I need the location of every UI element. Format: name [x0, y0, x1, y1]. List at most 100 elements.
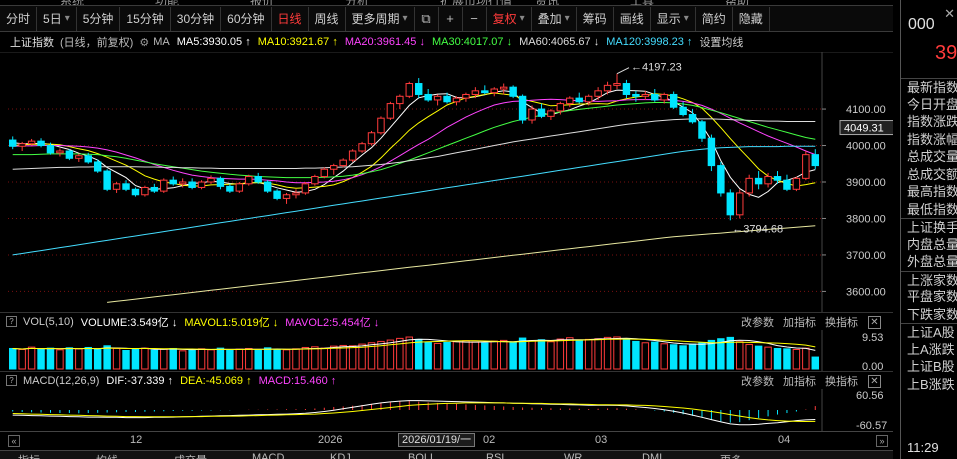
candle[interactable] — [802, 151, 810, 181]
candle[interactable] — [396, 94, 404, 110]
candle[interactable] — [698, 120, 706, 142]
bottom-tab[interactable]: 均线 — [96, 452, 118, 459]
candle[interactable] — [348, 149, 357, 162]
candle[interactable] — [603, 81, 612, 95]
volume-bar[interactable] — [736, 341, 744, 370]
volume-bar[interactable] — [528, 340, 536, 370]
volume-bar[interactable] — [226, 350, 234, 370]
macd-add-indicator-button[interactable]: 加指标 — [783, 373, 816, 389]
candle[interactable] — [141, 185, 149, 197]
bottom-tab[interactable]: 成交量 — [174, 452, 207, 459]
volume-bar[interactable] — [424, 341, 432, 370]
candle[interactable] — [424, 89, 432, 102]
volume-bar[interactable] — [490, 340, 498, 370]
volume-bar[interactable] — [462, 340, 470, 370]
candle[interactable] — [37, 138, 45, 148]
bottom-tab[interactable]: DMI — [642, 452, 662, 459]
bottom-tab[interactable]: 更多 — [720, 452, 742, 459]
volume-bar[interactable] — [679, 345, 687, 370]
candle[interactable] — [575, 92, 583, 104]
volume-bar[interactable] — [65, 347, 74, 370]
volume-bar[interactable] — [320, 347, 329, 370]
volume-bar[interactable] — [773, 347, 782, 370]
volume-bar[interactable] — [37, 348, 45, 370]
volume-bar[interactable] — [754, 345, 763, 370]
candle[interactable] — [490, 87, 498, 97]
candle[interactable] — [103, 169, 111, 192]
volume-bar[interactable] — [27, 346, 36, 370]
volume-bar[interactable] — [518, 337, 527, 370]
volume-bar[interactable] — [141, 347, 149, 370]
candle[interactable] — [245, 174, 253, 186]
volume-bar[interactable] — [802, 347, 810, 370]
volume-bar[interactable] — [594, 338, 602, 370]
volume-bar[interactable] — [584, 338, 593, 370]
volume-edit-params-button[interactable]: 改参数 — [741, 314, 774, 330]
period-button-4[interactable]: 30分钟 — [171, 6, 222, 31]
candle[interactable] — [226, 183, 234, 193]
volume-bar[interactable] — [452, 341, 461, 370]
volume-bar[interactable] — [537, 339, 546, 370]
volume-bar[interactable] — [603, 336, 612, 370]
volume-bar[interactable] — [282, 349, 291, 370]
volume-bar[interactable] — [245, 347, 253, 370]
volume-bar[interactable] — [348, 345, 357, 370]
volume-bar[interactable] — [764, 346, 772, 370]
volume-bar[interactable] — [547, 341, 555, 370]
candle[interactable] — [745, 174, 753, 197]
candle[interactable] — [717, 161, 725, 197]
volume-bar[interactable] — [792, 348, 801, 370]
volume-bar[interactable] — [197, 348, 206, 370]
volume-bar[interactable] — [499, 339, 508, 370]
candle[interactable] — [499, 83, 508, 95]
candle[interactable] — [160, 178, 168, 193]
tool-button-3[interactable]: 画线 — [614, 6, 651, 31]
volume-bar[interactable] — [207, 349, 215, 370]
candle[interactable] — [613, 73, 621, 89]
volume-bar[interactable] — [188, 348, 196, 370]
volume-bar[interactable] — [566, 337, 574, 370]
candle[interactable] — [330, 163, 338, 175]
volume-bar[interactable] — [122, 350, 130, 370]
volume-bar[interactable] — [56, 349, 64, 370]
candle[interactable] — [566, 96, 574, 108]
volume-bar[interactable] — [745, 343, 753, 370]
volume-bar[interactable] — [18, 348, 26, 370]
candle[interactable] — [75, 153, 83, 162]
period-button-5[interactable]: 60分钟 — [221, 6, 272, 31]
candle[interactable] — [481, 85, 489, 95]
volume-bar[interactable] — [169, 347, 177, 370]
volume-bar[interactable] — [688, 343, 697, 370]
tool-button-5[interactable]: 简约 — [696, 6, 733, 31]
candle[interactable] — [169, 176, 177, 186]
volume-bar[interactable] — [651, 341, 659, 370]
candle[interactable] — [235, 182, 244, 193]
volume-bar[interactable] — [415, 338, 423, 370]
volume-bar[interactable] — [433, 342, 442, 370]
candle[interactable] — [651, 89, 659, 102]
volume-bar[interactable] — [698, 342, 706, 370]
volume-bar[interactable] — [216, 347, 225, 370]
volume-bar[interactable] — [292, 348, 300, 370]
panel-close-icon[interactable]: ✕ — [944, 6, 955, 22]
volume-bar[interactable] — [481, 342, 489, 370]
candle[interactable] — [358, 141, 366, 153]
candle[interactable] — [707, 134, 716, 172]
candle[interactable] — [65, 149, 74, 161]
candle[interactable] — [433, 94, 442, 106]
candle[interactable] — [292, 189, 300, 199]
candle[interactable] — [188, 178, 196, 190]
candle[interactable] — [311, 174, 319, 186]
macd-switch-indicator-button[interactable]: 换指标 — [825, 373, 858, 389]
volume-bar[interactable] — [641, 342, 650, 370]
volume-bar[interactable] — [405, 336, 413, 370]
tool-button-0[interactable]: 复权 — [487, 6, 532, 31]
candle[interactable] — [736, 189, 744, 219]
candle[interactable] — [547, 109, 555, 120]
volume-panel-toggle-icon[interactable]: ? — [6, 316, 17, 327]
period-button-8[interactable]: 更多周期 — [346, 6, 415, 31]
candle[interactable] — [216, 176, 225, 190]
candle[interactable] — [754, 171, 763, 190]
volume-bar[interactable] — [471, 341, 480, 370]
candle[interactable] — [405, 81, 413, 99]
